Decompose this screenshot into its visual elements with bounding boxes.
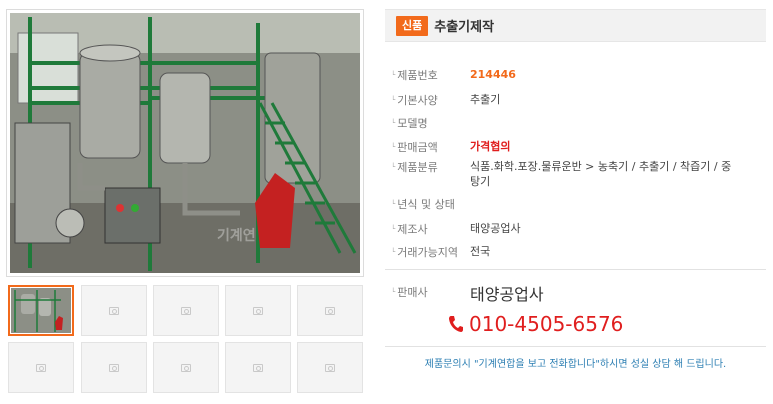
image-placeholder-icon (181, 363, 191, 372)
thumbnail-2[interactable] (81, 285, 147, 336)
spec-label: 모델명 (391, 115, 469, 131)
section-divider (385, 346, 766, 347)
spec-value: 태양공업사 (470, 222, 521, 235)
thumbnail-1[interactable] (8, 285, 74, 336)
spec-value: 214446 (470, 68, 516, 81)
spec-label: 제조사 (391, 221, 469, 237)
thumbnail-6[interactable] (8, 342, 74, 393)
seller-phone[interactable]: 010-4505-6576 (448, 312, 623, 336)
spec-label: 년식 및 상태 (391, 196, 469, 212)
spec-value: 식품.화학.포장.물류운반 > 농축기 / 추출기 / 착즙기 / 중탕기 (470, 160, 732, 188)
condition-badge: 신품 (396, 15, 429, 36)
image-placeholder-icon (325, 363, 335, 372)
image-placeholder-icon (109, 306, 119, 315)
photo-watermark: 기계연 (217, 228, 256, 244)
seller-label: 판매사 (391, 284, 427, 300)
image-placeholder-icon (36, 363, 46, 372)
inquiry-note: 제품문의시 "기계연합을 보고 전화합니다"하시면 성실 상담 해 드립니다. (424, 359, 727, 370)
image-placeholder-icon (253, 306, 263, 315)
phone-icon (449, 316, 463, 332)
thumbnail-5[interactable] (297, 285, 363, 336)
spec-value: 가격협의 (470, 140, 511, 153)
spec-label: 기본사양 (391, 92, 469, 108)
section-divider (385, 269, 766, 270)
spec-value: 전국 (470, 245, 491, 258)
image-placeholder-icon (109, 363, 119, 372)
thumbnail-3[interactable] (153, 285, 219, 336)
seller-name: 태양공업사 (470, 285, 544, 304)
thumbnail-7[interactable] (81, 342, 147, 393)
image-placeholder-icon (253, 363, 263, 372)
image-placeholder-icon (181, 306, 191, 315)
thumbnail-9[interactable] (225, 342, 291, 393)
main-product-photo[interactable]: 기계연 (6, 9, 364, 277)
phone-number: 010-4505-6576 (469, 312, 624, 336)
spec-value: 추출기 (470, 93, 501, 106)
thumbnail-photo (11, 288, 71, 333)
product-photo-image (10, 13, 360, 273)
thumbnail-4[interactable] (225, 285, 291, 336)
product-title: 추출기제작 (434, 20, 495, 35)
spec-label: 제품번호 (391, 67, 469, 83)
product-title-bar: 신품 추출기제작 (385, 9, 766, 42)
thumbnail-8[interactable] (153, 342, 219, 393)
spec-label: 거래가능지역 (391, 244, 469, 260)
spec-label: 제품분류 (391, 159, 469, 175)
image-placeholder-icon (325, 306, 335, 315)
thumbnail-10[interactable] (297, 342, 363, 393)
spec-label: 판매금액 (391, 139, 469, 155)
